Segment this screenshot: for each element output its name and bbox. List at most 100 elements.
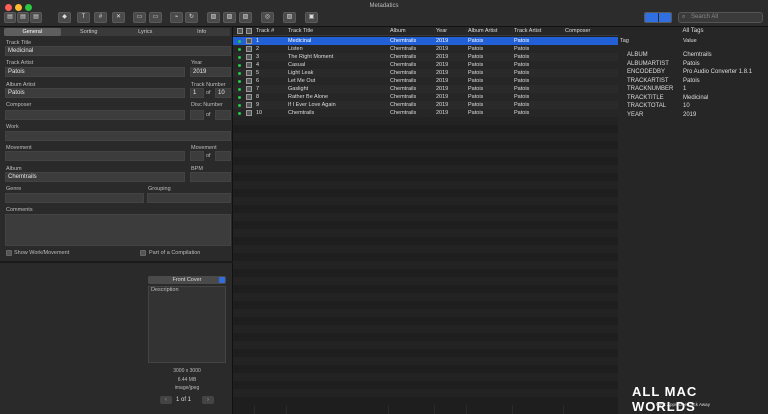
col-track-artist[interactable]: Track Artist [514,27,541,36]
image-icon[interactable]: ▨ [283,12,296,23]
tag-row[interactable]: ALBUM Chemtrails [618,51,768,59]
disc-total-field[interactable] [215,110,231,120]
tags-view-icon[interactable] [645,13,658,22]
table-row[interactable]: 8 Rather Be Alone Chemtrails 2019 Patois Pato… [233,93,618,101]
track-title-field[interactable]: Medicinal [5,46,231,56]
empty-row [233,165,618,173]
artwork-thumbnail-icon [246,78,252,84]
movement-total-field[interactable] [215,151,231,161]
number-icon[interactable]: # [94,12,107,23]
globe-icon[interactable]: ◎ [261,12,274,23]
movement-of-label: of [206,153,211,159]
cover-type-select[interactable]: Front Cover [148,276,226,284]
artwork-description-box[interactable]: Description [148,286,226,363]
composer-field[interactable] [5,110,185,120]
text-icon[interactable]: T [77,12,90,23]
table-row[interactable]: 1 Medicinal Chemtrails 2019 Patois Patois [233,37,618,45]
year-field[interactable]: 2019 [190,67,231,77]
status-dot-icon [238,96,241,99]
empty-row [233,157,618,165]
table-row[interactable]: 4 Casual Chemtrails 2019 Patois Patois [233,61,618,69]
track-total-field[interactable]: 10 [215,88,231,98]
view-toggle[interactable] [644,12,672,23]
tag-row[interactable]: TRACKNUMBER 1 [618,85,768,93]
next-page-button[interactable]: › [202,396,214,404]
tag-value: Medicinal [683,94,709,101]
doc-icon[interactable]: ▤ [30,12,42,23]
image-icon[interactable]: ▭ [133,12,146,23]
track-artist-field[interactable]: Patois [5,67,185,77]
album-artist-field[interactable]: Patois [5,88,185,98]
tag-row[interactable]: ENCODEDBY Pro Audio Converter 1.8.1 [618,68,768,76]
track-artist-cell: Patois [514,102,530,108]
image-icon[interactable]: ▨ [239,12,252,23]
col-composer[interactable]: Composer [565,27,590,36]
year-cell: 2019 [436,46,449,52]
checkbox-column-icon[interactable] [237,28,243,34]
disc-number-field[interactable] [190,110,204,120]
album-field[interactable]: Chemtrails [5,172,185,182]
tag-row[interactable]: YEAR 2019 [618,111,768,119]
tag-row[interactable]: TRACKTITLE Medicinal [618,94,768,102]
image-icon[interactable]: ▨ [223,12,236,23]
table-row[interactable]: 3 The Right Moment Chemtrails 2019 Patois Pat… [233,53,618,61]
artwork-thumbnail-icon [246,86,252,92]
col-track-title[interactable]: Track Title [288,27,313,36]
work-field[interactable] [5,131,231,141]
col-album-artist[interactable]: Album Artist [468,27,497,36]
open-doc-icon[interactable]: ▤ [17,12,29,23]
genre-field[interactable] [5,193,144,203]
bpm-field[interactable] [190,172,231,182]
empty-row [233,197,618,205]
album-artist-cell: Patois [468,78,484,84]
tab-info[interactable]: Info [174,28,231,36]
image-icon[interactable]: ▨ [207,12,220,23]
tag-row[interactable]: ALBUMARTIST Patois [618,60,768,68]
table-row[interactable]: 6 Let Me Out Chemtrails 2019 Patois Patois [233,77,618,85]
window-title: Metadatics [369,3,399,9]
col-track-number[interactable]: Track # [256,27,274,36]
tag-row[interactable]: TRACKTOTAL 10 [618,102,768,110]
tools-icon[interactable]: ✕ [112,12,125,23]
refresh-icon[interactable]: ↻ [185,12,198,23]
image-icon[interactable]: ▭ [149,12,162,23]
movement-number-field[interactable] [190,151,204,161]
track-artist-cell: Patois [514,70,530,76]
table-row[interactable]: 7 Gaslight Chemtrails 2019 Patois Patois [233,85,618,93]
tab-lyrics[interactable]: Lyrics [117,28,174,36]
artwork-thumbnail-icon [246,94,252,100]
status-dot-icon [238,72,241,75]
table-row[interactable]: 10 Chemtrails Chemtrails 2019 Patois Patois [233,109,618,117]
search-input[interactable]: ⌕ Search All [678,12,763,23]
col-album[interactable]: Album [390,27,406,36]
table-row[interactable]: 5 Light Leak Chemtrails 2019 Patois Patois [233,69,618,77]
panel-divider[interactable] [0,261,233,263]
movement-field[interactable] [5,151,185,161]
show-work-checkbox[interactable] [6,250,12,256]
link-icon[interactable]: ⌁ [170,12,183,23]
artwork-dimensions: 3000 x 3000 [173,368,201,374]
tag-value: Chemtrails [683,52,712,58]
previous-page-button[interactable]: ‹ [160,396,172,404]
value-column-header[interactable]: Value [683,38,697,44]
compilation-checkbox[interactable] [140,250,146,256]
empty-row [233,269,618,277]
split-view-icon[interactable] [659,13,671,22]
tab-sorting[interactable]: Sorting [61,28,118,36]
new-doc-icon[interactable]: ▤ [4,12,16,23]
tag-column-header[interactable]: Tag [620,38,629,44]
track-artist-cell: Patois [514,94,530,100]
empty-row [233,229,618,237]
track-number-field[interactable]: 1 [190,88,204,98]
col-year[interactable]: Year [436,27,447,36]
table-row[interactable]: 9 If I Ever Love Again Chemtrails 2019 Patoi… [233,101,618,109]
composer-label: Composer [6,102,32,108]
tag-icon[interactable]: ◆ [58,12,71,23]
grouping-field[interactable] [147,193,231,203]
save-icon[interactable]: ▣ [305,12,318,23]
year-cell: 2019 [436,110,449,116]
table-row[interactable]: 2 Listen Chemtrails 2019 Patois Patois [233,45,618,53]
comments-field[interactable] [5,214,231,246]
tag-row[interactable]: TRACKARTIST Patois [618,77,768,85]
tab-general[interactable]: General [4,28,61,36]
